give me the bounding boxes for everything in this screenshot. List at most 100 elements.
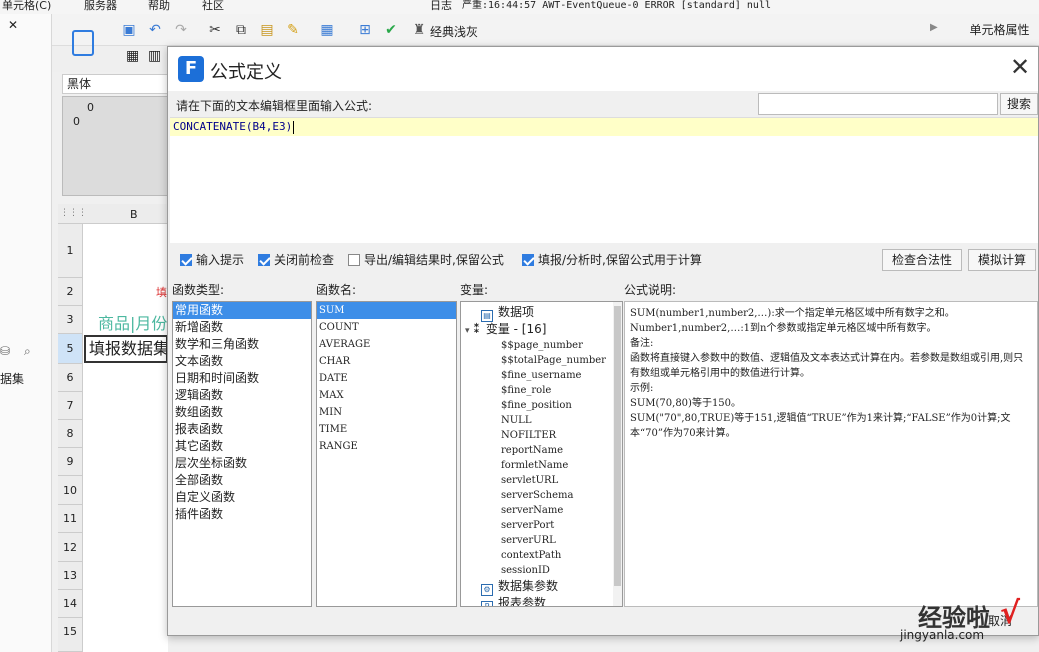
- template-icon[interactable]: ▦: [318, 21, 336, 39]
- tree-item-report-params[interactable]: P 报表参数: [465, 595, 622, 606]
- check-validity-button[interactable]: 检查合法性: [882, 249, 962, 271]
- tree-item[interactable]: serverPort: [465, 518, 622, 533]
- cell-b3[interactable]: 商品|月份: [98, 310, 168, 334]
- list-item[interactable]: 数组函数: [173, 404, 311, 421]
- keep-formula-fill-checkbox[interactable]: 填报/分析时,保留公式用于计算: [522, 251, 702, 268]
- scrollbar-thumb[interactable]: [614, 306, 621, 586]
- simulate-button[interactable]: 模拟计算: [968, 249, 1036, 271]
- tree-item[interactable]: contextPath: [465, 548, 622, 563]
- list-item[interactable]: 其它函数: [173, 438, 311, 455]
- check-icon[interactable]: ✔: [382, 21, 400, 39]
- search-button[interactable]: 搜索: [1000, 93, 1038, 115]
- column-b-header[interactable]: B: [130, 208, 138, 221]
- list-item[interactable]: 常用函数: [173, 302, 311, 319]
- cut-icon[interactable]: ✂: [206, 21, 224, 39]
- list-item[interactable]: 日期和时间函数: [173, 370, 311, 387]
- list-item[interactable]: RANGE: [317, 438, 456, 455]
- check-before-close-checkbox[interactable]: 关闭前检查: [258, 251, 334, 268]
- undo-icon[interactable]: ↶: [146, 21, 164, 39]
- checkbox-box[interactable]: [522, 254, 534, 266]
- tree-item[interactable]: servletURL: [465, 473, 622, 488]
- checkbox-box[interactable]: [180, 254, 192, 266]
- search-icon[interactable]: ⌕: [24, 344, 31, 359]
- tree-item-variables[interactable]: ▾ ⁑ 变量 - [16]: [465, 321, 622, 338]
- row-header[interactable]: 8: [58, 420, 83, 448]
- tree-item[interactable]: NOFILTER: [465, 428, 622, 443]
- cell-properties-tab[interactable]: 单元格属性: [960, 14, 1039, 46]
- copy-icon[interactable]: ⧉: [232, 21, 250, 39]
- row-header[interactable]: 2: [58, 278, 83, 306]
- checkbox-box[interactable]: [258, 254, 270, 266]
- theme-label[interactable]: 经典浅灰: [430, 23, 478, 40]
- theme-icon[interactable]: ♜: [410, 21, 428, 39]
- redo-icon[interactable]: ↷: [172, 21, 190, 39]
- font-select[interactable]: 黑体: [62, 74, 168, 94]
- cell-b5[interactable]: 填报数据集: [84, 335, 168, 363]
- row-header[interactable]: 14: [58, 590, 83, 618]
- list-item[interactable]: MAX: [317, 387, 456, 404]
- collapse-icon[interactable]: ✕: [8, 18, 18, 32]
- menu-cell[interactable]: 单元格(C): [2, 0, 51, 12]
- list-item[interactable]: 自定义函数: [173, 489, 311, 506]
- variable-scrollbar[interactable]: [613, 302, 622, 606]
- menu-server[interactable]: 服务器: [84, 0, 117, 12]
- row-header[interactable]: 13: [58, 562, 83, 590]
- list-item[interactable]: 新增函数: [173, 319, 311, 336]
- tree-item[interactable]: NULL: [465, 413, 622, 428]
- tree-item-data-item[interactable]: ▤ 数据项: [465, 304, 622, 322]
- grid-icon[interactable]: ▦: [126, 48, 139, 64]
- list-item[interactable]: 逻辑函数: [173, 387, 311, 404]
- row-header[interactable]: 7: [58, 392, 83, 420]
- tree-item[interactable]: $$page_number: [465, 338, 622, 353]
- tree-item[interactable]: sessionID: [465, 563, 622, 578]
- row-header[interactable]: 12: [58, 533, 83, 562]
- list-item[interactable]: 插件函数: [173, 506, 311, 523]
- tree-item[interactable]: $fine_username: [465, 368, 622, 383]
- list-item[interactable]: CHAR: [317, 353, 456, 370]
- format-brush-icon[interactable]: ✎: [284, 21, 302, 39]
- row-header[interactable]: 5: [58, 334, 83, 364]
- list-item[interactable]: 文本函数: [173, 353, 311, 370]
- row-header[interactable]: 3: [58, 306, 83, 334]
- keep-formula-export-checkbox[interactable]: 导出/编辑结果时,保留公式: [348, 251, 504, 268]
- list-item[interactable]: AVERAGE: [317, 336, 456, 353]
- tree-item[interactable]: formletName: [465, 458, 622, 473]
- tree-item[interactable]: $$totalPage_number: [465, 353, 622, 368]
- list-item[interactable]: SUM: [317, 302, 456, 319]
- database-icon[interactable]: ⛁: [0, 344, 10, 358]
- formula-text[interactable]: CONCATENATE(B4,E3): [173, 120, 295, 134]
- scroll-right-icon[interactable]: ▶: [930, 22, 938, 33]
- list-item[interactable]: DATE: [317, 370, 456, 387]
- checkbox-box[interactable]: [348, 254, 360, 266]
- tree-item[interactable]: serverSchema: [465, 488, 622, 503]
- menu-community[interactable]: 社区: [202, 0, 224, 12]
- tree-item-dataset-params[interactable]: ⚙ 数据集参数: [465, 578, 622, 596]
- row-header[interactable]: 10: [58, 476, 83, 505]
- formula-editor[interactable]: CONCATENATE(B4,E3): [170, 117, 1038, 243]
- tree-item[interactable]: $fine_position: [465, 398, 622, 413]
- list-item[interactable]: TIME: [317, 421, 456, 438]
- list-item[interactable]: 层次坐标函数: [173, 455, 311, 472]
- cell-b2[interactable]: 填: [156, 284, 167, 300]
- paste-icon[interactable]: ▤: [258, 21, 276, 39]
- row-header[interactable]: 1: [58, 224, 83, 278]
- expand-icon[interactable]: ▾: [465, 326, 470, 336]
- list-item[interactable]: 全部函数: [173, 472, 311, 489]
- save-icon[interactable]: ▣: [120, 21, 138, 39]
- row-header[interactable]: 15: [58, 618, 83, 652]
- select-all-icon[interactable]: ⋮⋮⋮: [60, 208, 87, 218]
- tree-item[interactable]: serverURL: [465, 533, 622, 548]
- table-icon[interactable]: ▥: [148, 48, 161, 64]
- list-item[interactable]: MIN: [317, 404, 456, 421]
- menu-help[interactable]: 帮助: [148, 0, 170, 12]
- row-header[interactable]: 6: [58, 364, 83, 392]
- row-header[interactable]: 9: [58, 448, 83, 476]
- close-icon[interactable]: ✕: [1010, 55, 1030, 79]
- list-item[interactable]: 数学和三角函数: [173, 336, 311, 353]
- input-hint-checkbox[interactable]: 输入提示: [180, 251, 244, 268]
- list-item[interactable]: 报表函数: [173, 421, 311, 438]
- tree-item[interactable]: reportName: [465, 443, 622, 458]
- tree-item[interactable]: serverName: [465, 503, 622, 518]
- tree-item[interactable]: $fine_role: [465, 383, 622, 398]
- row-header[interactable]: 11: [58, 505, 83, 533]
